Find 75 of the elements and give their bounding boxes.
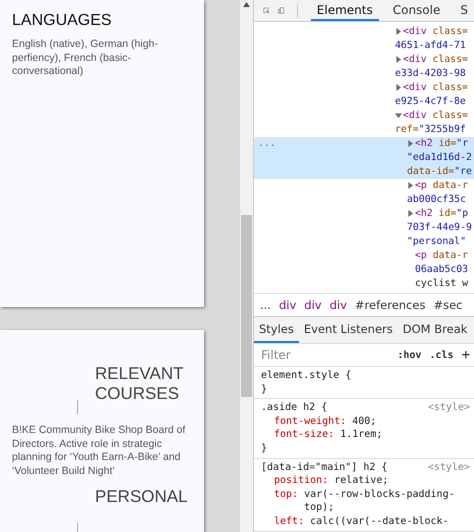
section-heading: RELEVANT COURSES xyxy=(95,364,184,405)
dom-node[interactable]: <p data-r ab000cf35c xyxy=(254,179,474,207)
code-line: "eda1d16d-2 xyxy=(407,151,472,165)
css-property[interactable]: font-size: xyxy=(274,428,334,442)
scroll-up-icon[interactable] xyxy=(243,2,250,7)
collapsed-arrow-icon[interactable] xyxy=(395,28,402,35)
code-line: e925-4c7f-8e xyxy=(395,95,466,109)
panel-tab[interactable]: S xyxy=(454,0,474,21)
source-link[interactable]: <style> xyxy=(428,460,470,474)
css-property[interactable]: font-weight: xyxy=(274,414,346,428)
dom-node[interactable]: ... <h2 id="r "eda1d16d-2 data-id="re xyxy=(254,137,474,179)
code-line: 4651-afd4-71 xyxy=(395,39,466,53)
scrollbar-thumb[interactable] xyxy=(241,215,252,397)
code-line: data-id="re xyxy=(407,165,472,179)
dom-node[interactable]: <div class= e33d-4203-98 xyxy=(254,53,474,81)
css-property[interactable]: top: xyxy=(274,488,298,515)
css-value[interactable]: relative; xyxy=(334,474,388,488)
section-text: English (native), German (high-perfiency), French (basic-conversational) xyxy=(12,38,159,79)
more-indicator: ... xyxy=(258,137,276,151)
css-selector: .aside h2 { xyxy=(261,401,328,415)
hover-state-button[interactable]: :hov xyxy=(393,350,426,360)
code-line: <div class= xyxy=(403,53,468,67)
breadcrumb[interactable]: div xyxy=(304,298,322,312)
section-heading: PERSONAL xyxy=(95,486,188,507)
pane-tab[interactable]: DOM Break xyxy=(398,317,472,343)
closing-brace: } xyxy=(261,382,268,396)
code-line: <div class= xyxy=(403,25,468,39)
collapsed-arrow-icon[interactable] xyxy=(395,56,402,63)
add-rule-button[interactable]: + xyxy=(458,347,474,363)
code-line: cyclist w xyxy=(415,277,468,291)
collapsed-arrow-icon[interactable] xyxy=(407,140,414,147)
css-property[interactable]: position: xyxy=(274,474,328,488)
divider-mark xyxy=(77,400,78,414)
section-text: B!KE Community Bike Shop Board of Directors. Active role in strategic planning for ‘Youth Earn-A-Bike’ and ‘Volunteer Build Night’ xyxy=(12,424,186,479)
filter-field[interactable]: Filter xyxy=(254,347,394,363)
section-heading: LANGUAGES xyxy=(12,12,113,30)
code-line: ref="3255b9f xyxy=(395,123,466,137)
dom-node[interactable]: <div class= e925-4c7f-8e xyxy=(254,81,474,109)
dom-node[interactable]: <div class= ref="3255b9f xyxy=(254,109,474,137)
code-line: "personal" xyxy=(407,235,466,249)
dom-node[interactable]: <h2 id="p 703f-44e9-9 "personal" xyxy=(254,207,474,249)
code-line: <h2 id="r xyxy=(415,137,468,151)
expanded-arrow-icon[interactable] xyxy=(395,112,402,119)
css-selector: [data-id="main"] h2 { xyxy=(261,460,388,474)
code-line: 06aab5c03 xyxy=(415,263,468,277)
closing-brace: } xyxy=(261,442,268,456)
css-value[interactable]: calc((var(--date-block- xyxy=(310,514,449,529)
breadcrumb[interactable]: div xyxy=(330,298,347,312)
source-link[interactable]: <style> xyxy=(428,401,470,415)
code-line: e33d-4203-98 xyxy=(395,67,466,81)
breadcrumb[interactable]: div xyxy=(278,298,296,312)
breadcrumb[interactable]: #sec xyxy=(433,298,462,312)
css-value[interactable]: 400; xyxy=(352,414,376,428)
code-line: <p data-r xyxy=(415,179,468,193)
code-line: <div class= xyxy=(403,109,468,123)
code-line: <h2 id="p xyxy=(415,207,468,221)
collapsed-arrow-icon[interactable] xyxy=(395,84,402,91)
code-line: <div class= xyxy=(403,81,468,95)
breadcrumb[interactable]: #references xyxy=(354,298,426,312)
code-line: <p data-r xyxy=(415,249,468,263)
breadcrumb[interactable]: ... xyxy=(260,298,271,312)
css-value[interactable]: 1.1rem; xyxy=(340,428,382,442)
collapsed-arrow-icon[interactable] xyxy=(407,210,414,217)
css-property[interactable]: left: xyxy=(274,514,304,529)
scrollbar[interactable] xyxy=(240,0,253,532)
css-value[interactable]: var(--row-blocks-padding-top); xyxy=(304,488,470,515)
code-line: ab000cf35c xyxy=(407,193,466,207)
collapsed-arrow-icon[interactable] xyxy=(407,182,414,189)
panel-tab[interactable]: Console xyxy=(386,0,446,21)
css-selector: element.style { xyxy=(261,369,352,383)
pane-tab[interactable]: Event Listeners xyxy=(298,317,398,343)
class-button[interactable]: .cls xyxy=(425,350,458,360)
code-line: 703f-44e9-9 xyxy=(407,221,472,235)
dom-node[interactable]: <p data-r 06aab5c03 cyclist w xyxy=(254,249,474,291)
dom-node[interactable]: <div class= 4651-afd4-71 xyxy=(254,25,474,53)
